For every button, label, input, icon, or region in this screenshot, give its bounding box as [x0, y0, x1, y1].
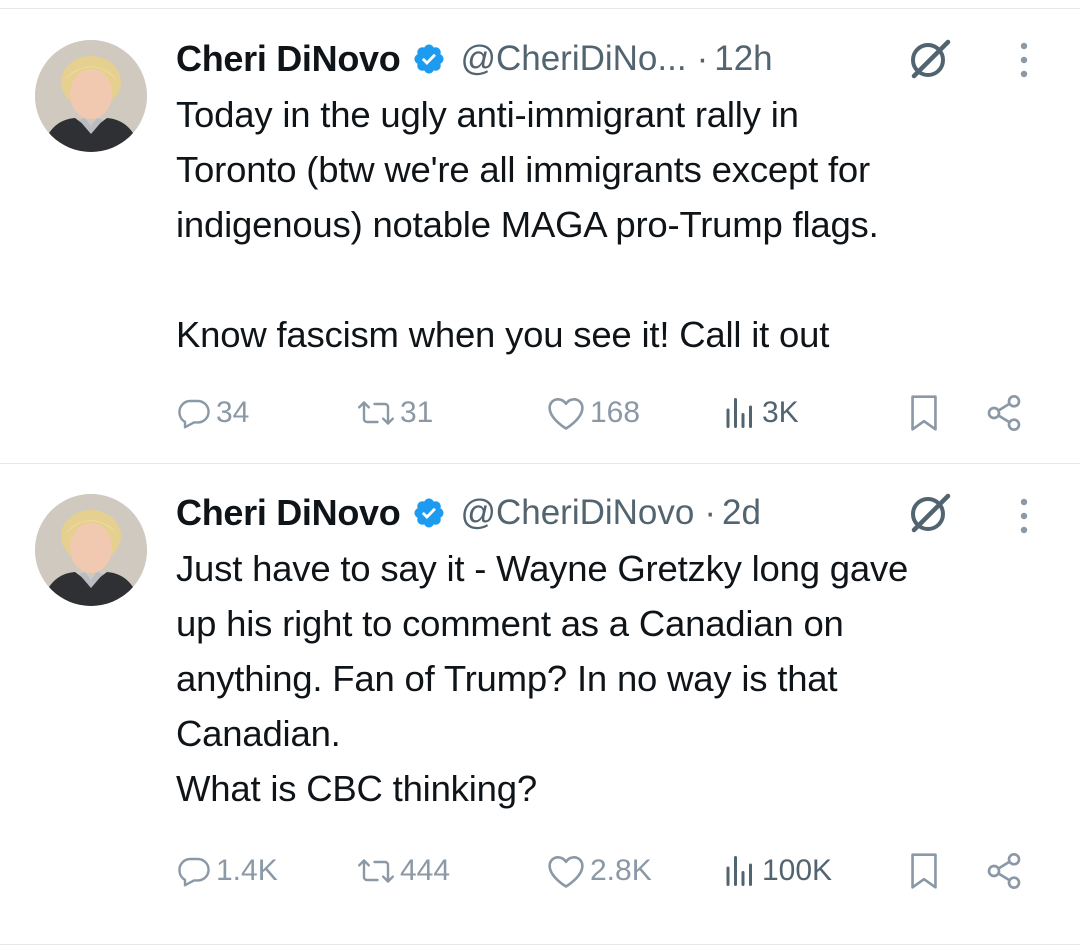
repost-icon	[358, 859, 394, 883]
like-count: 2.8K	[590, 854, 652, 887]
grok-icon[interactable]	[904, 34, 954, 84]
like-button[interactable]: 168	[546, 388, 640, 438]
views-icon	[726, 398, 752, 428]
more-icon[interactable]	[1014, 40, 1034, 80]
reply-button[interactable]: 34	[176, 388, 249, 438]
tweet[interactable]: Cheri DiNovo @CheriDiNo... · 12h Today i…	[0, 0, 1080, 462]
verified-icon	[412, 42, 446, 76]
author-handle[interactable]: @CheriDiNo...	[460, 39, 686, 79]
repost-count: 444	[400, 854, 451, 887]
avatar[interactable]	[35, 40, 147, 152]
views-button[interactable]: 3K	[722, 388, 799, 438]
avatar[interactable]	[35, 494, 147, 606]
reply-icon	[178, 399, 210, 429]
like-icon	[548, 855, 584, 888]
author-name[interactable]: Cheri DiNovo	[176, 492, 401, 534]
views-icon	[726, 856, 752, 886]
tweet-header: Cheri DiNovo @CheriDiNovo · 2d	[176, 488, 761, 538]
action-bar: 1.4K 444 2.8K 100K	[176, 846, 1036, 896]
reply-count: 1.4K	[216, 854, 278, 887]
views-button[interactable]: 100K	[722, 846, 832, 896]
author-handle[interactable]: @CheriDiNovo	[460, 493, 694, 533]
timestamp[interactable]: 2d	[722, 493, 761, 533]
tweet-text: Today in the ugly anti-immigrant rally i…	[176, 94, 879, 355]
views-count: 3K	[762, 396, 799, 429]
verified-icon	[412, 496, 446, 530]
grok-icon[interactable]	[904, 488, 954, 538]
reply-icon	[178, 857, 210, 887]
bookmark-button[interactable]	[906, 388, 942, 438]
tweet-header: Cheri DiNovo @CheriDiNo... · 12h	[176, 34, 773, 84]
share-icon	[987, 395, 1021, 431]
tweet[interactable]: Cheri DiNovo @CheriDiNovo · 2d Just have…	[0, 464, 1080, 944]
bottom-divider	[0, 944, 1080, 945]
views-count: 100K	[762, 854, 833, 887]
share-icon	[987, 853, 1021, 889]
repost-button[interactable]: 31	[356, 388, 433, 438]
repost-icon	[358, 401, 394, 425]
reply-count: 34	[216, 396, 250, 429]
more-icon[interactable]	[1014, 496, 1034, 536]
repost-button[interactable]: 444	[356, 846, 450, 896]
separator-dot: ·	[696, 39, 709, 78]
repost-count: 31	[400, 396, 434, 429]
tweet-text: Just have to say it - Wayne Gretzky long…	[176, 548, 909, 809]
author-name[interactable]: Cheri DiNovo	[176, 38, 401, 80]
bookmark-icon	[911, 853, 937, 889]
bookmark-icon	[911, 395, 937, 431]
action-bar: 34 31 168 3K	[176, 388, 1036, 438]
bookmark-button[interactable]	[906, 846, 942, 896]
like-button[interactable]: 2.8K	[546, 846, 652, 896]
like-icon	[548, 397, 584, 430]
separator-dot: ·	[704, 493, 717, 532]
share-button[interactable]	[984, 846, 1024, 896]
like-count: 168	[590, 396, 641, 429]
reply-button[interactable]: 1.4K	[176, 846, 278, 896]
share-button[interactable]	[984, 388, 1024, 438]
timestamp[interactable]: 12h	[714, 39, 772, 79]
